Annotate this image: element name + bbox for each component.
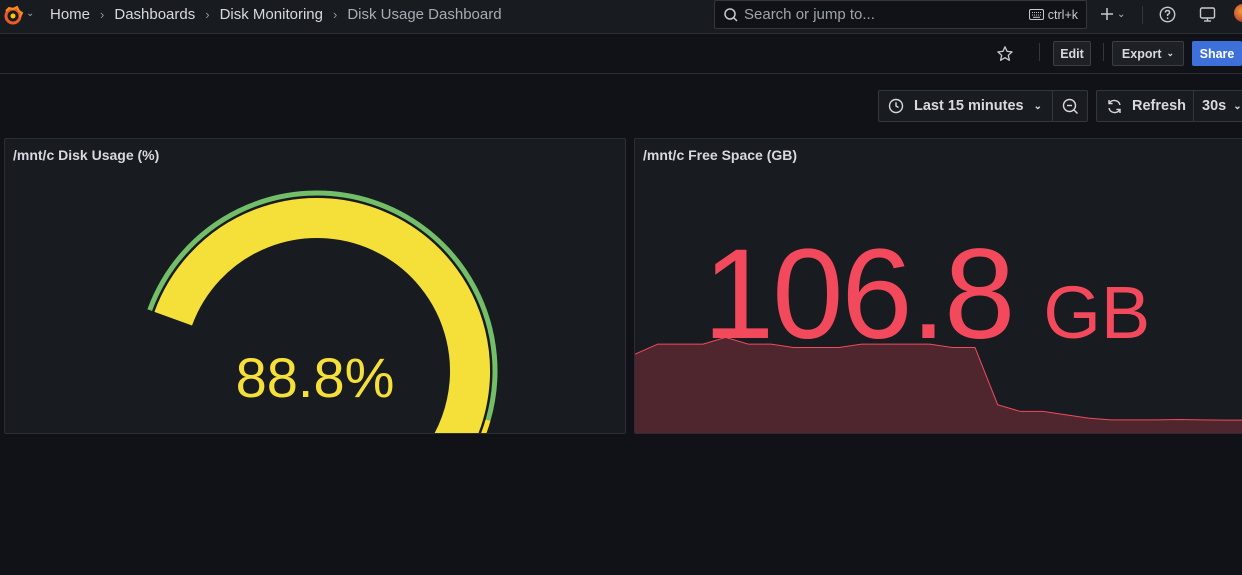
avatar[interactable] (1234, 4, 1242, 22)
time-range-picker: Last 15 minutes ⌄ (878, 90, 1088, 122)
tv-icon (1199, 6, 1216, 22)
keyboard-icon (1028, 9, 1044, 20)
time-range-label: Last 15 minutes (914, 98, 1024, 114)
export-button-label: Export (1121, 46, 1162, 61)
stat-value: 106.8 GB (703, 231, 1150, 359)
kiosk-mode-button[interactable] (1199, 5, 1216, 23)
search-shortcut: ctrl+k (1028, 7, 1078, 22)
breadcrumb: Home › Dashboards › Disk Monitoring › Di… (50, 0, 502, 28)
refresh-interval-label: 30s (1202, 98, 1227, 114)
search-placeholder: Search or jump to... (744, 6, 875, 23)
chevron-down-icon: ⌄ (1117, 8, 1126, 20)
refresh-label: Refresh (1132, 98, 1186, 114)
refresh-icon (1108, 99, 1121, 113)
chevron-down-icon: ⌄ (1233, 100, 1242, 112)
breadcrumb-dashboards[interactable]: Dashboards (114, 6, 195, 23)
breadcrumb-folder[interactable]: Disk Monitoring (220, 6, 323, 23)
breadcrumb-separator: › (332, 6, 338, 22)
help-icon (1159, 6, 1176, 22)
breadcrumb-home[interactable]: Home (50, 6, 90, 23)
chevron-down-icon: ⌄ (1166, 48, 1175, 58)
top-navigation-bar: ⌄ Home › Dashboards › Disk Monitoring › … (0, 0, 1242, 34)
breadcrumb-separator: › (205, 6, 210, 22)
gauge-value: 88.8% (235, 346, 395, 409)
share-button[interactable]: Share (1192, 41, 1242, 66)
export-button[interactable]: Export ⌄ (1112, 41, 1184, 66)
stat-number: 106.8 (703, 223, 1015, 366)
breadcrumb-current-dashboard: Disk Usage Dashboard (347, 5, 502, 23)
refresh-interval-select[interactable]: 30s ⌄ (1194, 91, 1242, 121)
plus-icon (1101, 8, 1113, 20)
disk-usage-gauge-panel[interactable]: /mnt/c Disk Usage (%) 88.8% (4, 138, 626, 434)
action-divider (1103, 43, 1104, 61)
free-space-stat-panel[interactable]: /mnt/c Free Space (GB) 106.8 GB (634, 138, 1242, 434)
add-new-button[interactable]: ⌄ (1100, 5, 1125, 23)
zoom-out-button[interactable] (1053, 91, 1087, 121)
action-divider (1039, 43, 1040, 61)
chevron-down-icon: ⌄ (1033, 100, 1042, 112)
time-range-button[interactable]: Last 15 minutes ⌄ (879, 91, 1053, 121)
search-input[interactable]: Search or jump to... ctrl+k (714, 0, 1087, 29)
grafana-logo-icon[interactable] (2, 4, 24, 26)
star-icon[interactable] (996, 45, 1014, 63)
help-button[interactable] (1159, 5, 1176, 23)
breadcrumb-separator: › (100, 6, 105, 22)
stat-unit: GB (1043, 271, 1151, 354)
edit-button[interactable]: Edit (1053, 41, 1091, 66)
clock-icon (888, 98, 904, 114)
chevron-down-icon[interactable]: ⌄ (26, 8, 34, 19)
zoom-out-icon (1062, 98, 1078, 114)
dashboard-action-bar: Edit Export ⌄ Share (0, 34, 1242, 74)
refresh-button[interactable]: Refresh (1097, 91, 1194, 121)
refresh-picker: Refresh 30s ⌄ (1096, 90, 1242, 122)
search-icon (724, 7, 738, 22)
toolbar-divider (1142, 6, 1143, 24)
search-shortcut-label: ctrl+k (1047, 7, 1078, 22)
